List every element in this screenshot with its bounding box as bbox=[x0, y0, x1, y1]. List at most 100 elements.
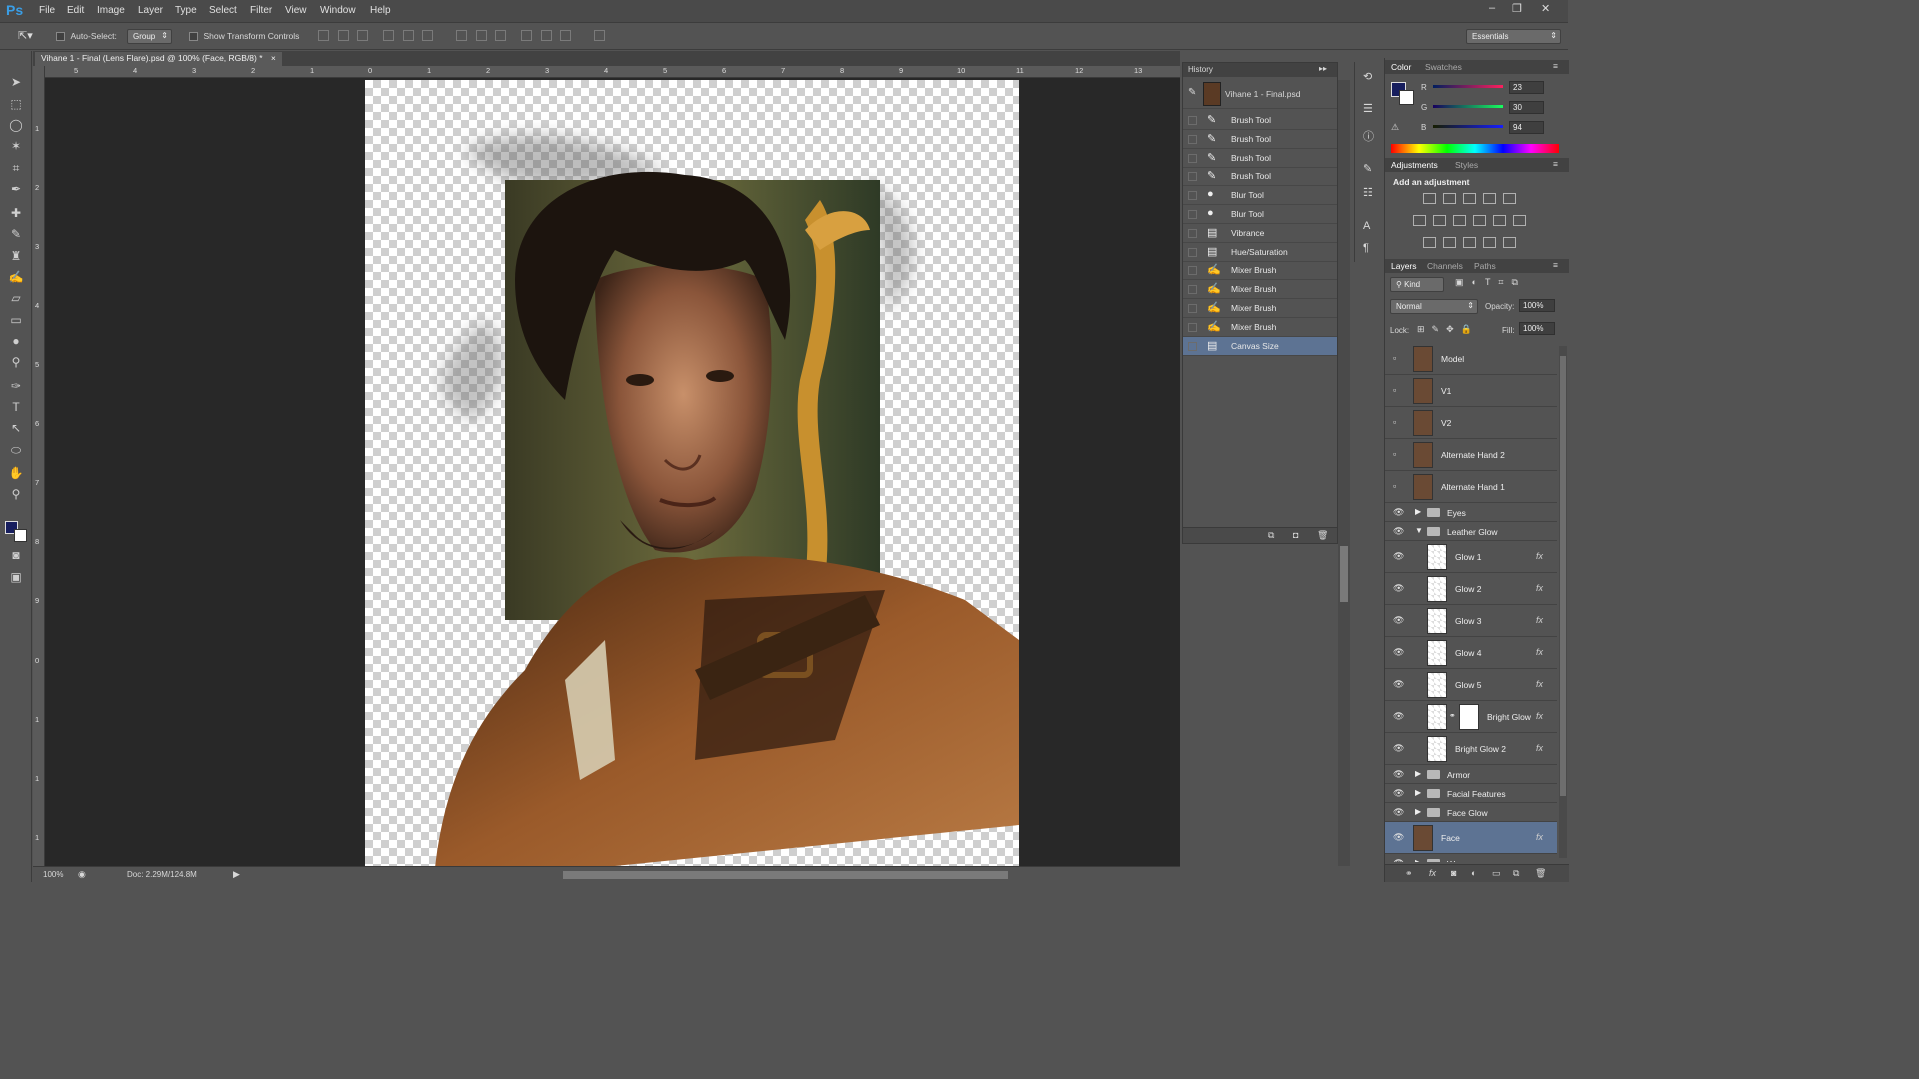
color-balance-icon[interactable] bbox=[1433, 215, 1446, 226]
new-group-icon[interactable]: ▭ bbox=[1492, 868, 1501, 879]
visibility-eye-icon[interactable]: 👁 bbox=[1393, 807, 1404, 818]
clone-stamp-tool-icon[interactable]: ♜ bbox=[5, 247, 27, 265]
panel-menu-icon[interactable]: ≡ bbox=[1553, 260, 1558, 270]
menu-image[interactable]: Image bbox=[97, 5, 125, 16]
panel-menu-icon[interactable]: ≡ bbox=[1553, 61, 1558, 71]
chevron-down-icon[interactable]: ▼ bbox=[1415, 526, 1423, 535]
status-menu-arrow-icon[interactable]: ▶ bbox=[233, 869, 240, 880]
layer-group[interactable]: 👁 ▶ Weapons bbox=[1385, 854, 1557, 862]
visibility-eye-icon[interactable]: 👁 bbox=[1393, 507, 1404, 518]
layer-filter-dropdown[interactable]: ⚲ Kind bbox=[1390, 277, 1444, 292]
crop-tool-icon[interactable]: ⌗ bbox=[5, 159, 27, 177]
menu-type[interactable]: Type bbox=[175, 5, 197, 16]
red-value[interactable]: 23 bbox=[1509, 81, 1544, 94]
visibility-eye-icon[interactable]: 👁 bbox=[1393, 647, 1404, 658]
history-item[interactable]: ✎ Brush Tool bbox=[1183, 149, 1337, 168]
visibility-eye-icon[interactable]: 👁 bbox=[1393, 711, 1404, 722]
blue-slider[interactable] bbox=[1433, 125, 1503, 128]
auto-select-checkbox[interactable] bbox=[56, 32, 65, 42]
eraser-tool-icon[interactable]: ▱ bbox=[5, 289, 27, 307]
posterize-icon[interactable] bbox=[1443, 237, 1456, 248]
close-button[interactable]: ✕ bbox=[1541, 2, 1550, 15]
photo-filter-icon[interactable] bbox=[1473, 215, 1486, 226]
menu-select[interactable]: Select bbox=[209, 5, 237, 16]
color-lookup-icon[interactable] bbox=[1513, 215, 1526, 226]
healing-brush-tool-icon[interactable]: ✚ bbox=[5, 204, 27, 222]
minimize-button[interactable]: – bbox=[1489, 2, 1495, 14]
visibility-off-icon[interactable]: ▫ bbox=[1393, 449, 1396, 459]
layer-row[interactable]: ▫ Alternate Hand 1 bbox=[1385, 471, 1557, 503]
history-panel-icon[interactable]: ⟲ bbox=[1363, 70, 1372, 83]
distribute-hcenter-icon[interactable] bbox=[541, 30, 552, 41]
vibrance-icon[interactable] bbox=[1503, 193, 1516, 204]
add-mask-icon[interactable]: ◙ bbox=[1451, 868, 1456, 878]
background-color-swatch[interactable] bbox=[14, 529, 27, 542]
visibility-off-icon[interactable]: ▫ bbox=[1393, 353, 1396, 363]
visibility-eye-icon[interactable]: 👁 bbox=[1393, 551, 1404, 562]
history-item[interactable]: ▤ Canvas Size bbox=[1183, 336, 1337, 356]
brush-presets-icon[interactable]: ☷ bbox=[1363, 186, 1373, 199]
history-source-checkbox[interactable] bbox=[1188, 304, 1197, 313]
zoom-tool-icon[interactable]: ⚲ bbox=[5, 485, 27, 503]
add-style-icon[interactable]: fx bbox=[1429, 868, 1436, 878]
move-tool-icon[interactable]: ➤ bbox=[5, 73, 27, 91]
layer-filter-icons[interactable]: ▣◐T⌗⧉ bbox=[1455, 277, 1526, 288]
layer-mask-thumbnail[interactable] bbox=[1459, 704, 1479, 730]
layer-effects-icon[interactable]: fx bbox=[1536, 711, 1543, 721]
history-source-checkbox[interactable] bbox=[1188, 116, 1197, 125]
history-source-checkbox[interactable] bbox=[1188, 191, 1197, 201]
history-item[interactable]: ✍ Mixer Brush bbox=[1183, 299, 1337, 318]
layer-row[interactable]: 👁 Glow 2 fx bbox=[1385, 573, 1557, 605]
levels-icon[interactable] bbox=[1443, 193, 1456, 204]
scroll-thumb[interactable] bbox=[1340, 546, 1348, 602]
history-item[interactable]: ✎ Brush Tool bbox=[1183, 130, 1337, 149]
menu-filter[interactable]: Filter bbox=[250, 5, 272, 16]
history-item[interactable]: ✍ Mixer Brush bbox=[1183, 261, 1337, 281]
doc-info[interactable]: Doc: 2.29M/124.8M bbox=[127, 870, 197, 879]
blur-tool-icon[interactable]: ● bbox=[5, 332, 27, 350]
tab-swatches[interactable]: Swatches bbox=[1425, 62, 1462, 72]
invert-icon[interactable] bbox=[1423, 237, 1436, 248]
path-selection-tool-icon[interactable]: ↖ bbox=[5, 419, 27, 437]
visibility-eye-icon[interactable]: 👁 bbox=[1393, 526, 1404, 537]
layer-group[interactable]: 👁 ▶ Facial Features bbox=[1385, 784, 1557, 803]
gradient-tool-icon[interactable]: ▭ bbox=[5, 311, 27, 329]
distribute-bottom-icon[interactable] bbox=[495, 30, 506, 41]
align-top-icon[interactable] bbox=[318, 30, 329, 41]
chevron-right-icon[interactable]: ▶ bbox=[1415, 507, 1421, 516]
layer-group[interactable]: 👁 ▶ Face Glow bbox=[1385, 803, 1557, 822]
new-document-from-state-icon[interactable]: ⧉ bbox=[1268, 530, 1274, 541]
tab-styles[interactable]: Styles bbox=[1455, 160, 1478, 170]
history-source-checkbox[interactable] bbox=[1188, 228, 1197, 238]
history-source-checkbox[interactable] bbox=[1188, 322, 1197, 332]
chevron-right-icon[interactable]: ▶ bbox=[1415, 769, 1421, 778]
distribute-left-icon[interactable] bbox=[521, 30, 532, 41]
gradient-map-icon[interactable] bbox=[1503, 237, 1516, 248]
menu-edit[interactable]: Edit bbox=[67, 5, 84, 16]
document-tab[interactable]: Vihane 1 - Final (Lens Flare).psd @ 100%… bbox=[35, 52, 282, 66]
history-source-checkbox[interactable] bbox=[1188, 266, 1197, 276]
selective-color-icon[interactable] bbox=[1483, 237, 1496, 248]
green-value[interactable]: 30 bbox=[1509, 101, 1544, 114]
layer-row[interactable]: ▫ V2 bbox=[1385, 407, 1557, 439]
distribute-vcenter-icon[interactable] bbox=[476, 30, 487, 41]
new-layer-icon[interactable]: ⧉ bbox=[1513, 868, 1519, 879]
layer-row[interactable]: ▫ V1 bbox=[1385, 375, 1557, 407]
layer-effects-icon[interactable]: fx bbox=[1536, 832, 1543, 842]
curves-icon[interactable] bbox=[1463, 193, 1476, 204]
menu-view[interactable]: View bbox=[285, 5, 307, 16]
horizontal-scroll-thumb[interactable] bbox=[563, 871, 1008, 879]
red-slider[interactable] bbox=[1433, 85, 1503, 88]
layer-row[interactable]: 👁 ⚭ Bright Glow fx bbox=[1385, 701, 1557, 733]
layer-effects-icon[interactable]: fx bbox=[1536, 551, 1543, 561]
tab-layers[interactable]: Layers bbox=[1391, 261, 1417, 271]
visibility-eye-icon[interactable]: 👁 bbox=[1393, 858, 1404, 863]
menu-help[interactable]: Help bbox=[370, 5, 391, 16]
history-source-checkbox[interactable] bbox=[1188, 153, 1197, 163]
history-item[interactable]: ✎ Brush Tool bbox=[1183, 111, 1337, 130]
channel-mixer-icon[interactable] bbox=[1493, 215, 1506, 226]
layer-group[interactable]: 👁 ▶ Armor bbox=[1385, 765, 1557, 784]
layer-row[interactable]: 👁 Glow 4 fx bbox=[1385, 637, 1557, 669]
layer-effects-icon[interactable]: fx bbox=[1536, 743, 1543, 753]
layer-row[interactable]: ▫ Alternate Hand 2 bbox=[1385, 439, 1557, 471]
